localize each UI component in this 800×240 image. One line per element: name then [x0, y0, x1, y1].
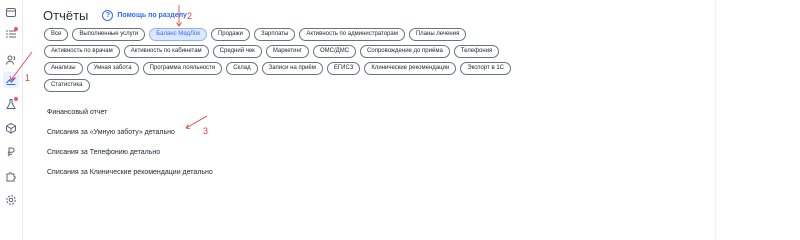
tab-average-check[interactable]: Средний чек — [212, 45, 262, 58]
tab-completed-services[interactable]: Выполненные услуги — [72, 28, 146, 41]
page-title: Отчёты — [43, 8, 89, 23]
sidebar — [0, 0, 23, 240]
tab-medlok-balance[interactable]: Баланс МедЛок — [149, 28, 207, 41]
tab-statistics[interactable]: Статистика — [44, 79, 90, 92]
tab-salaries[interactable]: Зарплаты — [254, 28, 296, 41]
tab-doctor-activity[interactable]: Активность по врачам — [44, 45, 120, 58]
gear-icon[interactable] — [3, 192, 19, 208]
report-tabs-row: Анализы Умная забота Программа лояльност… — [44, 62, 764, 75]
report-tabs-row: Активность по врачам Активность по кабин… — [44, 45, 764, 58]
tab-egisz[interactable]: ЕГИСЗ — [326, 62, 361, 75]
annotation-label-2: 2 — [187, 11, 193, 21]
tab-all[interactable]: Все — [44, 28, 69, 41]
tab-warehouse[interactable]: Склад — [226, 62, 258, 75]
tab-admin-activity[interactable]: Активность по администраторам — [299, 28, 405, 41]
report-tabs-row: Статистика — [44, 79, 764, 92]
tab-room-activity[interactable]: Активность по кабинетам — [123, 45, 209, 58]
tab-clinical-recommendations[interactable]: Клинические рекомендации — [364, 62, 457, 75]
flask-icon[interactable] — [3, 96, 19, 112]
calendar-icon[interactable] — [3, 4, 19, 20]
report-smart-care-writeoffs[interactable]: Списания за «Умную заботу» детально — [47, 127, 213, 147]
help-label: Помощь по разделу — [117, 12, 187, 19]
report-clinical-recommendations-writeoffs[interactable]: Списания за Клинические рекомендации дет… — [47, 167, 213, 187]
tab-appointments[interactable]: Записи на приём — [261, 62, 323, 75]
tab-marketing[interactable]: Маркетинг — [265, 45, 309, 58]
tab-telephony[interactable]: Телефония — [453, 45, 500, 58]
report-tabs-row: Все Выполненные услуги Баланс МедЛок Про… — [44, 28, 764, 41]
report-telephony-writeoffs[interactable]: Списания за Телефонию детально — [47, 147, 213, 167]
report-tabs: Все Выполненные услуги Баланс МедЛок Про… — [44, 28, 764, 96]
report-financial[interactable]: Финансовый отчет — [47, 107, 213, 127]
report-list: Финансовый отчет Списания за «Умную забо… — [47, 107, 213, 187]
notification-dot — [14, 27, 18, 31]
tab-loyalty-program[interactable]: Программа лояльности — [142, 62, 223, 75]
tab-smart-care[interactable]: Умная забота — [86, 62, 139, 75]
help-link[interactable]: ? Помощь по разделу — [102, 10, 187, 21]
chart-icon[interactable] — [3, 72, 19, 88]
tab-pre-appointment[interactable]: Сопровождение до приёма — [360, 45, 450, 58]
users-icon[interactable] — [3, 52, 19, 68]
ruble-icon[interactable] — [3, 144, 19, 160]
tab-oms-dms[interactable]: ОМС/ДМС — [312, 45, 357, 58]
page-header: Отчёты ? Помощь по разделу — [43, 8, 187, 23]
box-icon[interactable] — [3, 120, 19, 136]
tab-analyses[interactable]: Анализы — [44, 62, 83, 75]
puzzle-icon[interactable] — [3, 168, 19, 184]
notification-dot — [14, 97, 18, 101]
annotation-label-3: 3 — [203, 126, 209, 136]
question-icon: ? — [102, 10, 114, 21]
checklist-icon[interactable] — [3, 26, 19, 42]
tab-sales[interactable]: Продажи — [210, 28, 251, 41]
tab-export-1c[interactable]: Экспорт в 1С — [460, 62, 511, 75]
tab-treatment-plans[interactable]: Планы лечения — [408, 28, 467, 41]
annotation-label-1: 1 — [25, 73, 31, 83]
